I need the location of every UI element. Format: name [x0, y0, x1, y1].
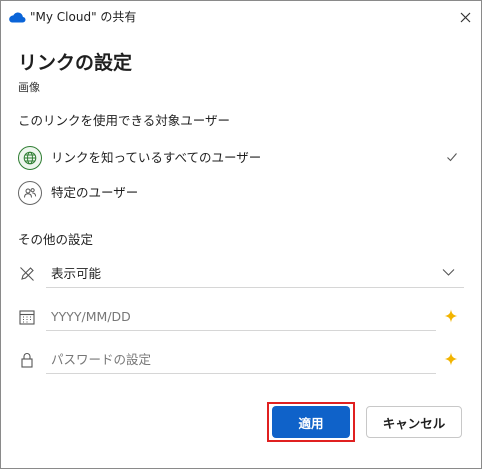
- password-input[interactable]: パスワードの設定: [46, 346, 436, 374]
- permission-dropdown[interactable]: 表示可能: [46, 260, 464, 288]
- apply-button[interactable]: 適用: [272, 406, 350, 438]
- title-bar: "My Cloud" の共有: [1, 1, 481, 33]
- lock-icon: [21, 352, 33, 368]
- check-icon: [447, 153, 457, 162]
- page-title: リンクの設定: [18, 52, 133, 74]
- option-anyone-with-link[interactable]: リンクを知っているすべてのユーザー: [18, 146, 464, 174]
- expiry-placeholder: YYYY/MM/DD: [51, 309, 131, 324]
- expiry-date-input[interactable]: YYYY/MM/DD: [46, 303, 436, 331]
- sparkle-icon: [444, 352, 458, 366]
- people-icon: [24, 188, 37, 198]
- option-icon-wrapper: [18, 146, 42, 170]
- permission-row: 表示可能: [18, 260, 464, 288]
- calendar-icon: [19, 310, 35, 325]
- chevron-down-icon[interactable]: [442, 268, 455, 277]
- share-dialog: "My Cloud" の共有 リンクの設定 画像 このリンクを使用できる対象ユー…: [0, 0, 482, 469]
- onedrive-cloud-icon: [9, 12, 26, 23]
- other-settings-label: その他の設定: [18, 232, 94, 247]
- close-button[interactable]: [453, 6, 477, 28]
- item-name: 画像: [18, 81, 40, 94]
- cancel-button[interactable]: キャンセル: [366, 406, 462, 438]
- option-label: 特定のユーザー: [51, 185, 139, 200]
- password-placeholder: パスワードの設定: [51, 352, 152, 367]
- option-icon-wrapper: [18, 181, 42, 205]
- close-icon: [460, 12, 470, 22]
- option-specific-people[interactable]: 特定のユーザー: [18, 181, 464, 209]
- permission-value: 表示可能: [51, 266, 102, 281]
- pencil-off-icon: [20, 267, 34, 281]
- option-label: リンクを知っているすべてのユーザー: [51, 150, 262, 165]
- globe-icon: [23, 151, 37, 165]
- password-row: パスワードの設定: [18, 346, 464, 374]
- expiry-row: YYYY/MM/DD: [18, 303, 464, 331]
- audience-section-label: このリンクを使用できる対象ユーザー: [18, 113, 231, 128]
- sparkle-icon: [444, 309, 458, 323]
- window-title: "My Cloud" の共有: [30, 10, 137, 24]
